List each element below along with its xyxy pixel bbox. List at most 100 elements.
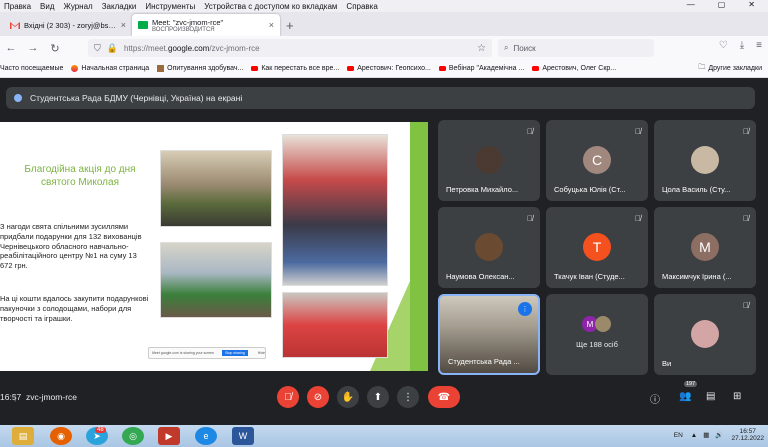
forward-icon[interactable]: → [22,42,44,54]
firefox-icon [71,65,79,72]
bookmark-star-icon[interactable]: ☆ [477,43,486,54]
navigation-bar: ← → ↻ ⛉ 🔒 https://meet. google.com/zvc-jm… [0,36,768,60]
participant-name: Ткачук Іван (Студе... [554,272,625,281]
tab-meet[interactable]: Meet: "zvc-jmom-rce" ВОСПРОИЗВОДИТСЯ × [132,14,280,36]
shield-icon[interactable]: ⛉ [94,43,101,54]
close-tab-icon[interactable]: × [121,20,126,30]
menu-synced-tabs[interactable]: Устройства с доступом ко вкладкам [204,2,337,11]
avatar [691,320,719,348]
chat-icon[interactable]: ▤ [706,391,715,402]
close-tab-icon[interactable]: × [269,20,274,30]
participant-name: Петровка Михайло... [446,185,519,194]
bookmark-item[interactable]: Начальная страница [71,65,149,72]
volume-icon[interactable]: 🔊 [715,431,723,439]
tray-arrow-icon[interactable]: ▲ [691,432,697,439]
menu-bookmarks[interactable]: Закладки [102,2,137,11]
info-icon[interactable]: ⓘ [650,391,660,406]
clock-date: 27.12.2022 [731,435,764,443]
participant-name: Ви [662,359,672,368]
activities-icon[interactable]: ⊞ [733,391,741,402]
bookmark-item[interactable]: Как перестать все вре... [251,65,339,72]
avatar [595,316,611,332]
maximize-icon[interactable]: ▢ [718,0,726,9]
participant-tile[interactable]: 🎙̸ Цола Василь (Сту... [654,120,756,201]
back-icon[interactable]: ← [0,42,22,54]
speaking-indicator-icon: ⋮ [518,302,532,316]
pocket-icon[interactable]: ♡ [719,40,728,51]
participant-tile[interactable]: 🎙̸ Наумова Олексан... [438,207,540,288]
menu-bar: Правка Вид Журнал Закладки Инструменты У… [0,0,768,12]
address-bar[interactable]: ⛉ 🔒 https://meet. google.com/zvc-jmom-rce… [88,39,492,57]
leave-call-button[interactable]: ☎ [428,386,460,408]
bookmark-label: Часто посещаемые [0,65,64,72]
more-options-button[interactable]: ⋮ [397,386,419,408]
bookmark-item[interactable]: Арестович, Олег Скр... [532,65,616,72]
participant-name: Максимчук Ірина (... [662,272,732,281]
tab-gmail[interactable]: Вхідні (2 303) - zoryj@bsmu.edu.ua × [4,14,132,36]
bookmark-item[interactable]: Опитування здобувач... [157,65,243,72]
close-window-icon[interactable]: ✕ [748,0,755,9]
network-icon[interactable]: ▦ [703,431,709,439]
minimize-icon[interactable]: — [687,0,695,9]
menu-tools[interactable]: Инструменты [145,2,195,11]
media-player-icon[interactable]: ▶ [158,427,180,445]
meet-icon [138,21,148,29]
mic-off-icon: 🎙̸ [743,301,749,310]
avatar: М [691,233,719,261]
bookmark-label: Как перестать все вре... [261,65,340,72]
present-button[interactable]: ⬆ [367,386,389,408]
site-icon [157,65,165,72]
search-placeholder: Поиск [513,43,536,53]
bookmark-item[interactable]: Вебінар "Академічна ... [438,65,524,72]
explorer-icon[interactable]: ▤ [12,427,34,445]
bookmark-label: Опитування здобувач... [167,65,244,72]
participant-tile[interactable]: 🎙̸ С Собуцька Юлія (Ст... [546,120,648,201]
raise-hand-button[interactable]: ✋ [337,386,359,408]
participant-tile-presenter[interactable]: ⋮ Студентська Рада ... [438,294,540,375]
menu-icon[interactable]: ≡ [756,40,762,51]
folder-icon: 🗀 [698,64,706,71]
more-participants-tile[interactable]: М Ще 188 осіб [546,294,648,375]
clock-time: 16:57 [739,428,756,435]
stop-sharing-button: Stop sharing [222,350,248,356]
downloads-icon[interactable]: ⤓ [740,40,744,51]
people-icon[interactable]: 👥 [679,391,691,402]
self-tile[interactable]: 🎙̸ Ви [654,294,756,375]
youtube-icon [532,66,540,71]
menu-history[interactable]: Журнал [64,2,93,11]
search-icon: ⌕ [504,43,509,52]
menu-edit[interactable]: Правка [4,2,31,11]
search-box[interactable]: ⌕ Поиск [498,39,654,57]
mic-off-icon: 🎙̸ [635,127,641,136]
present-icon: ⬆ [373,391,383,403]
url-prefix: https://meet. [123,43,169,53]
lock-icon[interactable]: 🔒 [107,43,118,54]
participant-tile[interactable]: 🎙̸ Т Ткачук Іван (Студе... [546,207,648,288]
mic-toggle-button[interactable]: 🎙̸ [277,386,299,408]
youtube-icon [251,66,259,71]
language-indicator[interactable]: EN [674,432,683,439]
meeting-time: 16:57 [0,392,22,402]
mic-off-icon: 🎙̸ [527,127,533,136]
reload-icon[interactable]: ↻ [44,42,66,55]
participant-tile[interactable]: 🎙̸ Петровка Михайло... [438,120,540,201]
menu-view[interactable]: Вид [40,2,54,11]
other-bookmarks[interactable]: 🗀 Другие закладки [698,63,762,74]
bookmark-item[interactable]: Часто посещаемые [0,65,63,72]
bookmark-label: Арестович: Геопсихо... [357,65,431,72]
participant-tile[interactable]: 🎙̸ М Максимчук Ірина (... [654,207,756,288]
bookmark-item[interactable]: Арестович: Геопсихо... [347,65,431,72]
menu-help[interactable]: Справка [346,2,377,11]
more-vert-icon: ⋮ [403,391,413,403]
chrome-icon[interactable]: ◎ [122,427,144,445]
firefox-taskbar-icon[interactable]: ◉ [50,427,72,445]
camera-toggle-button[interactable]: ⊘ [307,386,329,408]
clock[interactable]: 16:57 27.12.2022 [731,428,764,443]
hand-icon: ✋ [341,391,355,403]
browser-window: Правка Вид Журнал Закладки Инструменты У… [0,0,768,447]
new-tab-button[interactable]: + [286,14,294,36]
word-icon[interactable]: W [232,427,254,445]
banner-text: Студентська Рада БДМУ (Чернівці, Україна… [30,93,243,103]
tab-meet-title-wrap: Meet: "zvc-jmom-rce" ВОСПРОИЗВОДИТСЯ [152,18,265,33]
ie-icon[interactable]: e [195,427,217,445]
